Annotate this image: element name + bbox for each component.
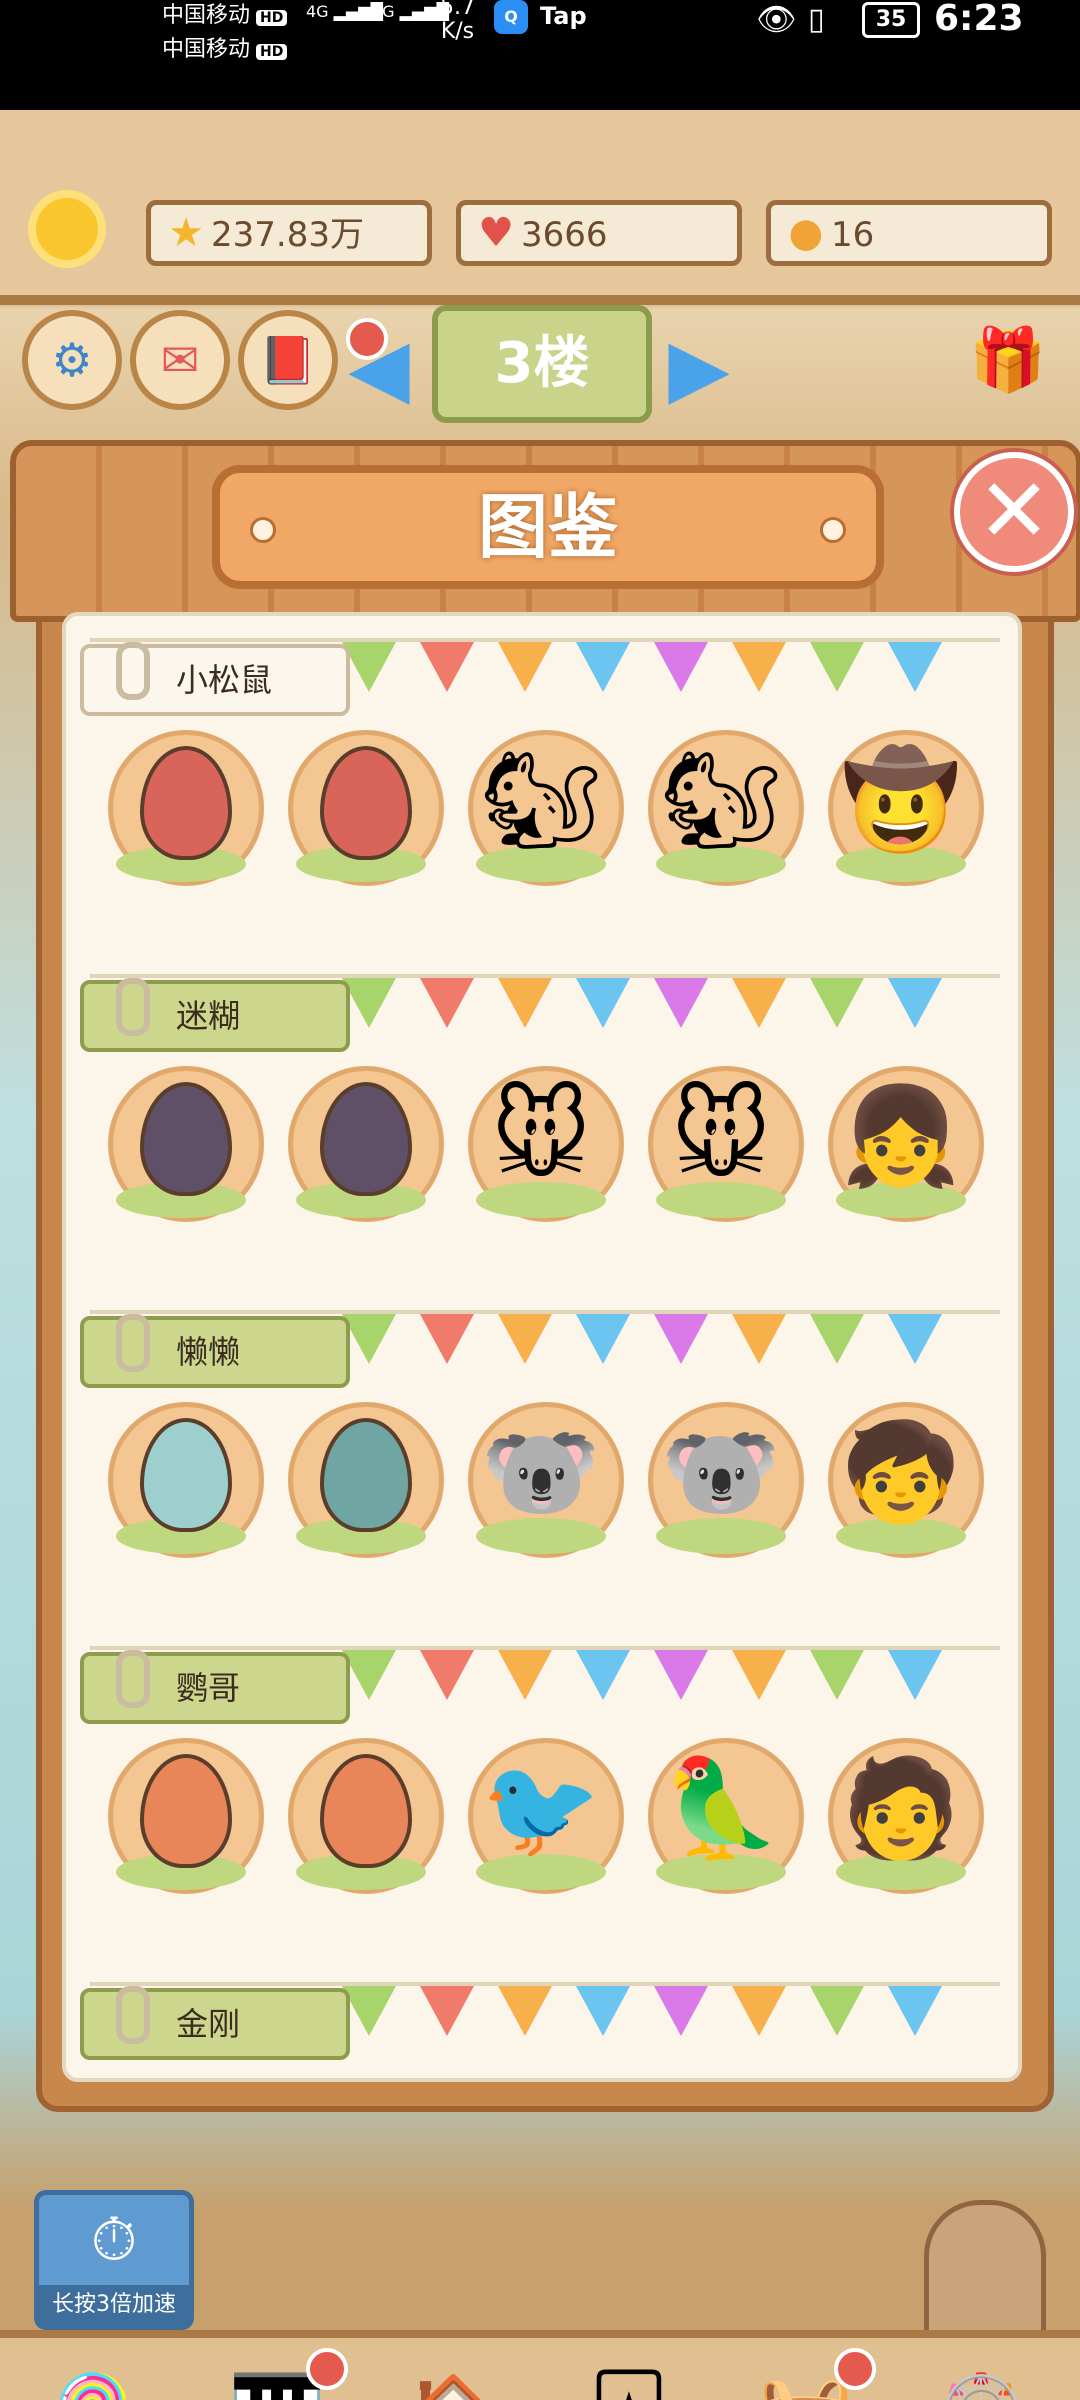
- sign-nail: [820, 517, 846, 543]
- coins-counter: ● 16: [766, 200, 1052, 266]
- door-exit-icon[interactable]: [924, 2200, 1046, 2340]
- paperclip-icon: [116, 978, 150, 1036]
- red-hair-character-icon: 🧑: [841, 1752, 961, 1864]
- sun-icon[interactable]: [36, 198, 98, 260]
- bunting-flags: [342, 974, 1002, 1030]
- nav-items-button[interactable]: 🎹 物件: [202, 2348, 352, 2400]
- carrier-info: 中国移动 HD 中国移动 HD: [162, 0, 288, 68]
- paperclip-icon: [116, 1314, 150, 1372]
- koala-icon: 🐨: [661, 1416, 781, 1528]
- wheel-icon: 🎡: [906, 2372, 1056, 2400]
- squirrel-icon: 🐿: [480, 744, 602, 856]
- parrot-flying-icon: 🦜: [661, 1752, 781, 1864]
- hd-badge-1: HD: [256, 10, 288, 26]
- collection-list[interactable]: 小松鼠 🐿 🐿 🤠 迷糊 🐭 🐭 👧 懒懒 🐨 🐨 🧒 鹦哥 🐦 🦜 🧑 金刚: [62, 612, 1022, 2082]
- paperclip-icon: [116, 642, 150, 700]
- carrier-2: 中国移动: [162, 37, 251, 62]
- lollipop-icon: 🍭: [26, 2372, 176, 2400]
- nav-shop-button[interactable]: 🧺 网店: [730, 2348, 880, 2400]
- collection-section: 小松鼠 🐿 🐿 🤠: [66, 638, 1018, 974]
- clock-icon: ⏱: [90, 2205, 138, 2275]
- network-speed: 5.7 K/s: [440, 0, 475, 44]
- carrier-1: 中国移动: [162, 3, 251, 28]
- star-icon: ★: [168, 210, 204, 256]
- tap-app-label: Tap: [540, 2, 587, 30]
- clock: 6:23: [934, 0, 1024, 39]
- hearts-counter: ♥ 3666: [456, 200, 742, 266]
- paperclip-icon: [116, 1650, 150, 1708]
- chinchilla-icon: 🐭: [490, 1080, 592, 1192]
- status-bar: 中国移动 HD 中国移动 HD 4G ▂▄▆█ 5G ▂▄▆█ 5.7 K/s Q …: [0, 0, 1080, 110]
- stars-counter: ★ 237.83万: [146, 200, 432, 266]
- nav-strengthen-button[interactable]: 🍭 强化: [26, 2372, 176, 2400]
- bunting-flags: [342, 1310, 1002, 1366]
- bunting-flags: [342, 638, 1002, 694]
- floor-sign: 3楼: [432, 305, 652, 423]
- collection-section: 金刚: [66, 1982, 1018, 2078]
- hearts-value: 3666: [521, 215, 608, 255]
- koala-icon: 🐨: [481, 1416, 601, 1528]
- cowboy-character-icon: 🤠: [841, 744, 961, 856]
- paperclip-icon: [116, 1986, 150, 2044]
- speedup-label: 长按3倍加速: [39, 2285, 189, 2325]
- section-label: 迷糊: [80, 978, 350, 1052]
- mail-icon[interactable]: ✉: [130, 310, 230, 410]
- collection-section: 鹦哥 🐦 🦜 🧑: [66, 1646, 1018, 1982]
- coins-value: 16: [831, 215, 875, 255]
- nav-lottery-button[interactable]: 🎡 抽奖: [906, 2372, 1056, 2400]
- eye-icon: 👁: [756, 0, 797, 38]
- nav-toys-button[interactable]: 🏠 玩具: [378, 2372, 528, 2400]
- collection-section: 迷糊 🐭 🐭 👧: [66, 974, 1018, 1310]
- koala-costume-character-icon: 🧒: [841, 1416, 961, 1528]
- close-button[interactable]: ✕: [954, 452, 1074, 572]
- nav-merge-button[interactable]: 🃏 合成: [554, 2372, 704, 2400]
- book-icon[interactable]: 📕: [238, 310, 338, 410]
- dialog-title: 图鉴: [478, 486, 618, 568]
- battery-icon: 35: [862, 2, 920, 38]
- merge-icon: 🃏: [554, 2372, 704, 2400]
- section-label: 鹦哥: [80, 1650, 350, 1724]
- floor-next-arrow-icon[interactable]: ▶: [656, 325, 742, 411]
- heart-icon: ♥: [478, 210, 514, 256]
- signal-icon-2: 5G ▂▄▆█: [372, 2, 449, 21]
- chinchilla-icon: 🐭: [670, 1080, 772, 1192]
- tap-app-icon: Q: [494, 0, 528, 34]
- stars-value: 237.83万: [211, 215, 364, 255]
- floor-prev-arrow-icon[interactable]: ◀: [336, 325, 422, 411]
- hd-badge-2: HD: [256, 44, 288, 60]
- settings-gear-icon[interactable]: ⚙: [22, 310, 122, 410]
- close-icon: ✕: [977, 459, 1051, 562]
- speedup-button[interactable]: ⏱ 长按3倍加速: [34, 2190, 194, 2330]
- section-label: 懒懒: [80, 1314, 350, 1388]
- section-label: 小松鼠: [80, 642, 350, 716]
- toy-house-icon: 🏠: [378, 2372, 528, 2400]
- dialog-title-sign: 图鉴: [212, 465, 884, 589]
- vibrate-icon: ▯: [808, 2, 825, 37]
- collection-section: 懒懒 🐨 🐨 🧒: [66, 1310, 1018, 1646]
- section-label: 金刚: [80, 1986, 350, 2060]
- squirrel-hat-icon: 🐿: [660, 744, 782, 856]
- bunting-flags: [342, 1646, 1002, 1702]
- bunting-flags: [342, 1982, 1002, 2038]
- girl-character-icon: 👧: [841, 1080, 961, 1192]
- notification-dot: [834, 2348, 876, 2390]
- parrot-icon: 🐦: [481, 1752, 601, 1864]
- coin-icon: ●: [788, 210, 824, 256]
- notification-dot: [306, 2348, 348, 2390]
- gift-icon[interactable]: 🎁: [968, 320, 1048, 400]
